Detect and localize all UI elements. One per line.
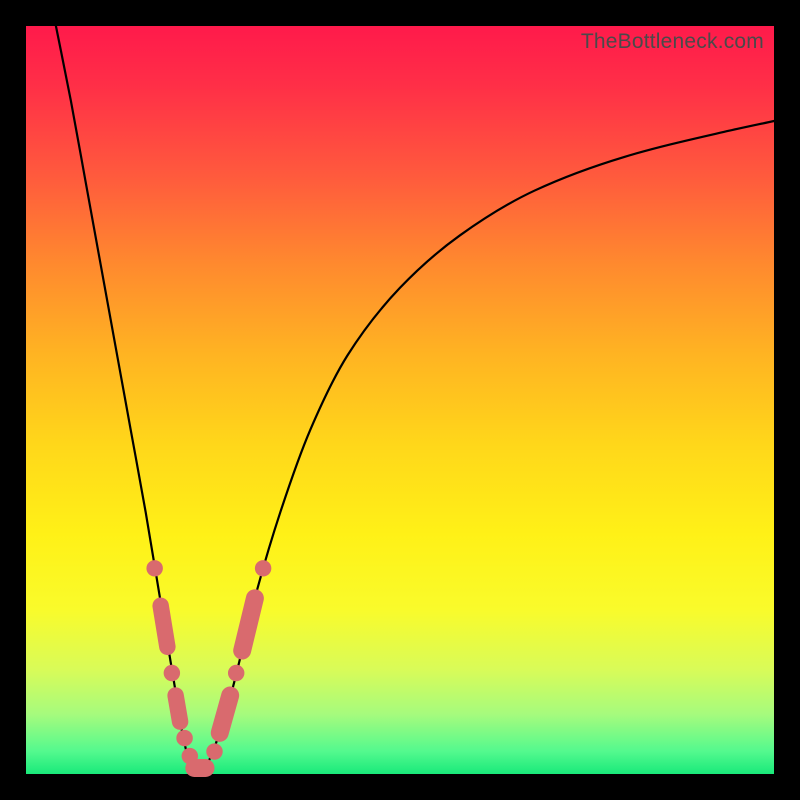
- bottleneck-plot: [26, 26, 774, 774]
- chart-frame: TheBottleneck.com: [26, 26, 774, 774]
- bottleneck-curve: [56, 26, 774, 774]
- curve-markers: [146, 560, 271, 768]
